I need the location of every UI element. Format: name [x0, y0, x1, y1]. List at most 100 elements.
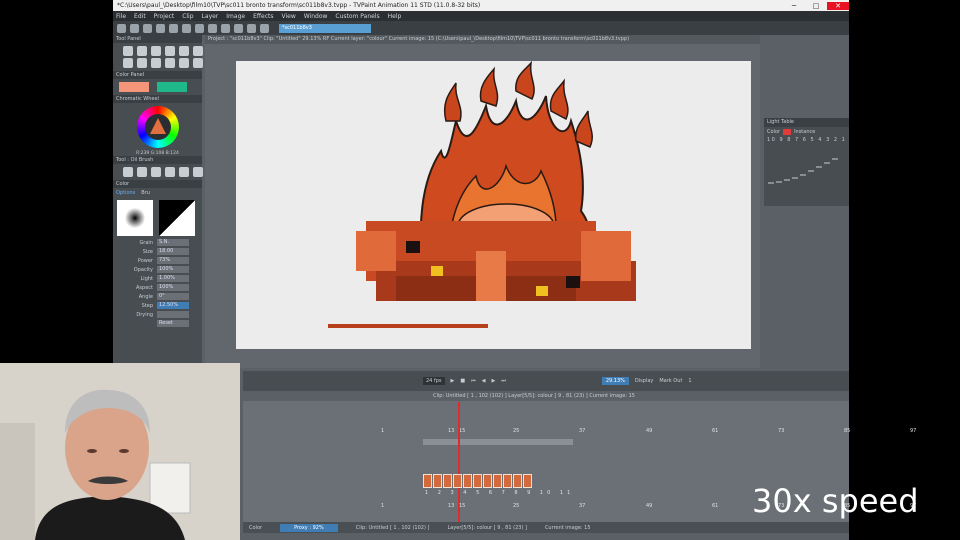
- drawing-canvas[interactable]: [236, 61, 751, 349]
- frame-thumb[interactable]: [443, 474, 452, 488]
- pen-brush-icon[interactable]: [123, 167, 133, 177]
- artwork: [328, 61, 636, 328]
- export-icon[interactable]: [247, 23, 256, 33]
- param-value[interactable]: 12.50%: [157, 302, 189, 309]
- lt-color-label[interactable]: Color: [767, 129, 780, 135]
- menu-edit[interactable]: Edit: [134, 13, 146, 20]
- first-frame-icon[interactable]: ⏮: [471, 378, 476, 384]
- ruler-mark: 13: [448, 428, 455, 434]
- param-label: Light: [140, 275, 153, 282]
- stop-icon[interactable]: ■: [460, 378, 465, 384]
- oil-brush-icon[interactable]: [165, 167, 175, 177]
- layer-track[interactable]: [423, 439, 573, 445]
- zoom-icon[interactable]: [234, 23, 243, 33]
- select-tool-icon[interactable]: [123, 46, 133, 56]
- menu-file[interactable]: File: [116, 13, 126, 20]
- mark-out-value[interactable]: 1: [688, 378, 691, 384]
- last-frame-icon[interactable]: ⏭: [501, 378, 506, 384]
- frame-numbers: 1 2 3 4 5 6 7 8 9 10 11: [425, 490, 575, 496]
- zoom-tool-icon[interactable]: [151, 58, 161, 68]
- camera-icon[interactable]: [195, 23, 204, 33]
- brush-shape-preview[interactable]: [117, 200, 153, 236]
- tools-grid: [113, 43, 203, 71]
- proxy-indicator[interactable]: Proxy : 92%: [280, 523, 338, 532]
- secondary-color-swatch[interactable]: [157, 82, 187, 92]
- chromatic-wheel[interactable]: [136, 106, 179, 148]
- close-button[interactable]: ✕: [827, 1, 849, 10]
- prev-frame-icon[interactable]: ◀: [482, 378, 486, 384]
- curve-tool-icon[interactable]: [179, 46, 189, 56]
- frame-thumb[interactable]: [453, 474, 462, 488]
- param-value[interactable]: 100%: [157, 284, 189, 291]
- project-field[interactable]: *sc011b8v3: [279, 23, 371, 33]
- frame-thumb[interactable]: [503, 474, 512, 488]
- menu-project[interactable]: Project: [154, 13, 175, 20]
- frame-thumb[interactable]: [513, 474, 522, 488]
- line-tool-icon[interactable]: [137, 46, 147, 56]
- display-select[interactable]: Display: [635, 378, 653, 384]
- redo-icon[interactable]: [169, 23, 178, 33]
- next-frame-icon[interactable]: ▶: [491, 378, 495, 384]
- frame-thumb[interactable]: [523, 474, 532, 488]
- play-icon[interactable]: ▶: [451, 378, 455, 384]
- menu-view[interactable]: View: [281, 13, 295, 20]
- menu-image[interactable]: Image: [226, 13, 245, 20]
- menu-clip[interactable]: Clip: [182, 13, 193, 20]
- rect-tool-icon[interactable]: [151, 46, 161, 56]
- lt-instance-label[interactable]: Instance: [794, 129, 815, 135]
- tab-brush[interactable]: Bru: [141, 190, 150, 196]
- save-icon[interactable]: [143, 23, 152, 33]
- window-title: *C:\Users\paul_\Desktop\film10\TVP\sc011…: [117, 2, 481, 9]
- param-value[interactable]: 73%: [157, 257, 189, 264]
- param-value[interactable]: [157, 311, 189, 318]
- crop-tool-icon[interactable]: [123, 58, 133, 68]
- frame-thumb[interactable]: [423, 474, 432, 488]
- frame-thumb[interactable]: [473, 474, 482, 488]
- new-icon[interactable]: [117, 23, 126, 33]
- light-icon[interactable]: [221, 23, 230, 33]
- pan-tool-icon[interactable]: [179, 58, 189, 68]
- param-value[interactable]: 100%: [157, 266, 189, 273]
- color-picker-icon[interactable]: [182, 23, 191, 33]
- eraser-icon[interactable]: [193, 167, 203, 177]
- warp-tool-icon[interactable]: [137, 58, 147, 68]
- menu-layer[interactable]: Layer: [202, 13, 219, 20]
- frame-thumb[interactable]: [483, 474, 492, 488]
- color-triangle[interactable]: [149, 118, 166, 134]
- frame-thumb[interactable]: [463, 474, 472, 488]
- param-value[interactable]: S.N.: [157, 239, 189, 246]
- rotate-tool-icon[interactable]: [165, 58, 175, 68]
- primary-color-swatch[interactable]: [119, 82, 149, 92]
- settings-icon[interactable]: [260, 23, 269, 33]
- fps-select[interactable]: 24 fps: [423, 377, 445, 385]
- lt-opacity-sliders[interactable]: [764, 143, 844, 193]
- param-row: Size 18.00: [113, 247, 202, 256]
- minimize-button[interactable]: ─: [783, 2, 805, 10]
- brush-gradient-preview[interactable]: [159, 200, 195, 236]
- text-tool-icon[interactable]: [179, 167, 189, 177]
- param-value[interactable]: 0°: [157, 293, 189, 300]
- menu-help[interactable]: Help: [388, 13, 402, 20]
- menu-window[interactable]: Window: [304, 13, 328, 20]
- magic-tool-icon[interactable]: [193, 58, 203, 68]
- fill-tool-icon[interactable]: [193, 46, 203, 56]
- menu-effects[interactable]: Effects: [253, 13, 273, 20]
- undo-icon[interactable]: [156, 23, 165, 33]
- open-icon[interactable]: [130, 23, 139, 33]
- ruler-mark: 25: [513, 428, 520, 434]
- lt-color-chip[interactable]: [783, 129, 792, 135]
- param-value[interactable]: 18.00: [157, 248, 189, 255]
- pencil-brush-icon[interactable]: [137, 167, 147, 177]
- ruler-mark: 13: [448, 503, 455, 509]
- zoom-value[interactable]: 29.13%: [601, 377, 629, 385]
- tab-options[interactable]: Options: [116, 190, 135, 196]
- frame-thumb[interactable]: [433, 474, 442, 488]
- menu-custom-panels[interactable]: Custom Panels: [335, 13, 379, 20]
- param-value[interactable]: 1.00%: [157, 275, 189, 282]
- maximize-button[interactable]: □: [805, 2, 827, 10]
- reset-button[interactable]: Reset: [157, 320, 189, 327]
- airbrush-icon[interactable]: [151, 167, 161, 177]
- layers-icon[interactable]: [208, 23, 217, 33]
- frame-thumb[interactable]: [493, 474, 502, 488]
- ellipse-tool-icon[interactable]: [165, 46, 175, 56]
